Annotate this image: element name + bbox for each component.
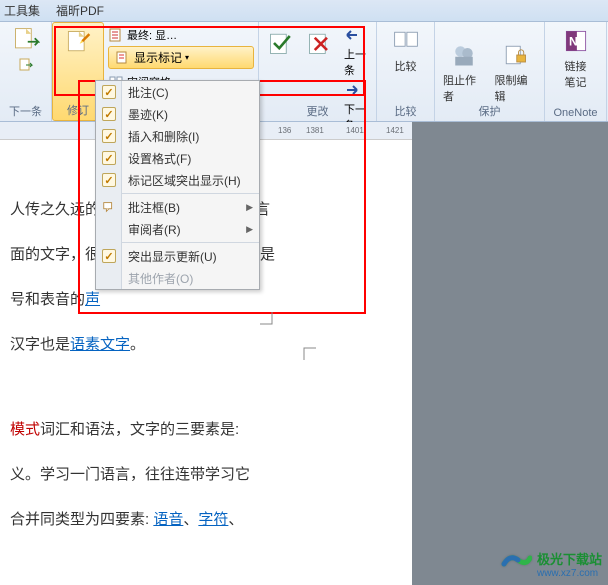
menu-others-label: 其他作者(O) xyxy=(122,270,259,287)
watermark-name: 极光下载站 xyxy=(537,549,602,568)
changes-group-label: 更改 xyxy=(259,103,376,119)
watermark: 极光下载站 www.xz7.com xyxy=(500,549,602,579)
title-tool: 工具集 xyxy=(4,2,40,19)
menu-item-markup-area[interactable]: ✓ 标记区域突出显示(H) xyxy=(96,169,259,191)
menu-reviewers-label: 审阅者(R) xyxy=(122,221,246,238)
svg-text:N: N xyxy=(569,34,578,48)
balloon-icon xyxy=(102,200,116,214)
doc-link[interactable]: 字符 xyxy=(198,511,228,528)
onenote-icon: N xyxy=(562,26,590,56)
menu-item-formatting[interactable]: ✓ 设置格式(F) xyxy=(96,147,259,169)
track-changes-icon xyxy=(64,27,92,57)
compare-group-label: 比较 xyxy=(377,103,434,119)
ribbon-group-comments: 下一条 xyxy=(0,22,52,121)
check-icon: ✓ xyxy=(104,250,113,263)
track-changes-button[interactable] xyxy=(60,25,96,59)
check-icon: ✓ xyxy=(104,108,113,121)
doc-text: 模式词汇和语法，文字的三要素是: xyxy=(10,410,402,449)
doc-link[interactable]: 语素文字 xyxy=(70,336,130,353)
side-panel xyxy=(412,122,608,585)
doc-link[interactable]: 语音 xyxy=(153,511,183,528)
menu-format-label: 设置格式(F) xyxy=(122,150,259,167)
display-mode-text: 最终: 显… xyxy=(127,27,177,43)
compare-icon xyxy=(392,26,420,56)
accept-button[interactable] xyxy=(263,26,299,60)
markup-icon xyxy=(115,50,131,66)
onenote-label: 链接 笔记 xyxy=(565,58,587,90)
menu-item-ink[interactable]: ✓ 墨迹(K) xyxy=(96,103,259,125)
next-icon xyxy=(18,57,34,73)
restrict-icon xyxy=(501,40,529,70)
submenu-arrow-icon: ▶ xyxy=(246,224,259,235)
compare-button[interactable]: 比较 xyxy=(388,24,424,76)
restrict-label: 限制编辑 xyxy=(495,72,537,104)
check-icon: ✓ xyxy=(104,130,113,143)
chevron-down-icon: ▾ xyxy=(185,53,189,62)
check-icon: ✓ xyxy=(104,86,113,99)
doc-lines-icon xyxy=(108,27,124,43)
reject-icon xyxy=(306,28,334,58)
new-comment-button[interactable] xyxy=(8,24,44,56)
watermark-url: www.xz7.com xyxy=(537,568,602,579)
title-pdf: 福昕PDF xyxy=(56,2,104,19)
block-authors-label: 阻止作者 xyxy=(443,72,485,104)
menu-insdel-label: 插入和删除(I) xyxy=(122,128,259,145)
menu-item-reviewers[interactable]: 审阅者(R) ▶ xyxy=(96,218,259,240)
reject-button[interactable] xyxy=(302,26,338,60)
prev-arrow-icon xyxy=(344,27,360,43)
doc-link[interactable]: 声 xyxy=(85,291,100,308)
menu-item-balloons[interactable]: 批注框(B) ▶ xyxy=(96,196,259,218)
onenote-group-label: OneNote xyxy=(545,107,606,119)
ruler-tick: 1401 xyxy=(346,126,364,135)
show-markup-menu: ✓ 批注(C) ✓ 墨迹(K) ✓ 插入和删除(I) ✓ 设置格式(F) ✓ 标… xyxy=(95,80,260,290)
doc-text: 义。学习一门语言，往往连带学习它 xyxy=(10,455,402,494)
display-mode-dropdown[interactable]: 最终: 显… xyxy=(108,26,254,44)
ruler-tick: 1421 xyxy=(386,126,404,135)
menu-separator xyxy=(122,193,259,194)
next-comment-button-small[interactable] xyxy=(15,56,37,77)
block-authors-button[interactable]: 阻止作者 xyxy=(439,38,489,106)
ruler-tick: 1381 xyxy=(306,126,324,135)
check-icon: ✓ xyxy=(104,174,113,187)
menu-comments-label: 批注(C) xyxy=(122,84,259,101)
block-authors-icon xyxy=(450,40,478,70)
ribbon: 下一条 修订 最终: 显… 显示标记 ▾ 审阅窗格 xyxy=(0,22,608,122)
title-bar: 工具集 福昕PDF xyxy=(0,0,608,22)
ribbon-group-changes: 上一条 下一条 更改 xyxy=(259,22,377,121)
doc-arrow-icon xyxy=(12,26,40,54)
group1-bottom-label: 下一条 xyxy=(0,103,51,119)
ribbon-group-protect: 阻止作者 限制编辑 保护 xyxy=(435,22,545,121)
show-markup-label: 显示标记 xyxy=(134,49,182,66)
prev-change-label: 上一条 xyxy=(344,49,366,77)
ribbon-group-onenote: N 链接 笔记 OneNote xyxy=(545,22,607,121)
menu-markarea-label: 标记区域突出显示(H) xyxy=(122,172,259,189)
watermark-logo-icon xyxy=(500,550,532,578)
doc-text: 合并同类型为四要素: 语音、字符、 xyxy=(10,500,402,539)
menu-balloons-label: 批注框(B) xyxy=(122,199,246,216)
ribbon-group-compare: 比较 比较 xyxy=(377,22,435,121)
menu-item-comments[interactable]: ✓ 批注(C) xyxy=(96,81,259,103)
onenote-button[interactable]: N 链接 笔记 xyxy=(558,24,594,92)
protect-group-label: 保护 xyxy=(435,103,544,119)
show-markup-dropdown[interactable]: 显示标记 ▾ xyxy=(108,46,254,69)
submenu-arrow-icon: ▶ xyxy=(246,202,259,213)
doc-text: 汉字也是语素文字。 xyxy=(10,325,402,364)
menu-item-other-authors: 其他作者(O) xyxy=(96,267,259,289)
compare-label: 比较 xyxy=(395,58,417,74)
menu-highlight-label: 突出显示更新(U) xyxy=(122,248,259,265)
check-icon: ✓ xyxy=(104,152,113,165)
accept-icon xyxy=(267,28,295,58)
ruler-tick: 136 xyxy=(278,126,291,135)
menu-item-insert-delete[interactable]: ✓ 插入和删除(I) xyxy=(96,125,259,147)
menu-ink-label: 墨迹(K) xyxy=(122,106,259,123)
next-arrow-icon xyxy=(344,82,360,98)
prev-change-button[interactable]: 上一条 xyxy=(341,26,372,79)
menu-item-highlight-updates[interactable]: ✓ 突出显示更新(U) xyxy=(96,245,259,267)
restrict-edit-button[interactable]: 限制编辑 xyxy=(491,38,541,106)
menu-separator xyxy=(122,242,259,243)
